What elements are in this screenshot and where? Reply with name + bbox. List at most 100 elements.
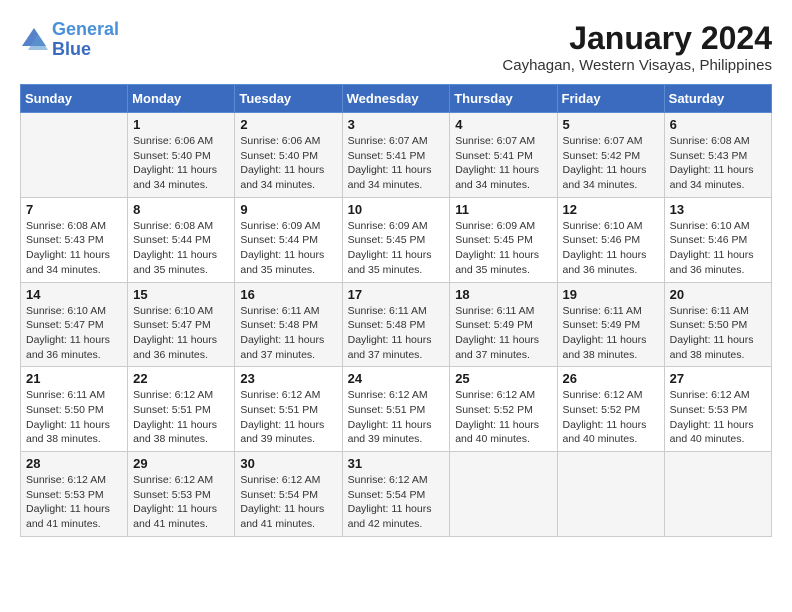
- calendar-cell: 21 Sunrise: 6:11 AMSunset: 5:50 PMDayligh…: [21, 367, 128, 452]
- col-header-saturday: Saturday: [664, 85, 771, 113]
- calendar-cell: 10Sunrise: 6:09 AMSunset: 5:45 PMDayligh…: [342, 197, 450, 282]
- calendar-cell: [664, 452, 771, 537]
- day-info: Sunrise: 6:11 AMSunset: 5:49 PMDaylight:…: [455, 304, 551, 363]
- day-info: Sunrise: 6:06 AMSunset: 5:40 PMDaylight:…: [240, 134, 336, 193]
- day-info: Sunrise: 6:10 AMSunset: 5:46 PMDaylight:…: [670, 219, 766, 278]
- calendar-cell: 23 Sunrise: 6:12 AMSunset: 5:51 PMDayligh…: [235, 367, 342, 452]
- calendar-week-row: 7 Sunrise: 6:08 AMSunset: 5:43 PMDaylight…: [21, 197, 772, 282]
- day-number: 18: [455, 287, 551, 302]
- day-number: 23: [240, 371, 336, 386]
- calendar-cell: 17 Sunrise: 6:11 AMSunset: 5:48 PMDayligh…: [342, 282, 450, 367]
- day-info: Sunrise: 6:12 AMSunset: 5:52 PMDaylight:…: [455, 388, 551, 447]
- day-number: 6: [670, 117, 766, 132]
- day-number: 24: [348, 371, 445, 386]
- day-number: 3: [348, 117, 445, 132]
- calendar-cell: 1 Sunrise: 6:06 AMSunset: 5:40 PMDaylight…: [128, 113, 235, 198]
- logo: General Blue: [20, 20, 119, 60]
- day-number: 11: [455, 202, 551, 217]
- day-number: 17: [348, 287, 445, 302]
- calendar-header-row: SundayMondayTuesdayWednesdayThursdayFrid…: [21, 85, 772, 113]
- day-number: 4: [455, 117, 551, 132]
- day-info: Sunrise: 6:11 AMSunset: 5:50 PMDaylight:…: [26, 388, 122, 447]
- day-number: 20: [670, 287, 766, 302]
- calendar-week-row: 28 Sunrise: 6:12 AMSunset: 5:53 PMDayligh…: [21, 452, 772, 537]
- calendar-cell: 3 Sunrise: 6:07 AMSunset: 5:41 PMDaylight…: [342, 113, 450, 198]
- day-number: 12: [563, 202, 659, 217]
- page-header: General Blue January 2024 Cayhagan, West…: [20, 20, 772, 74]
- day-info: Sunrise: 6:07 AMSunset: 5:42 PMDaylight:…: [563, 134, 659, 193]
- calendar-cell: [450, 452, 557, 537]
- calendar-cell: 24Sunrise: 6:12 AMSunset: 5:51 PMDayligh…: [342, 367, 450, 452]
- calendar-cell: 9Sunrise: 6:09 AMSunset: 5:44 PMDaylight…: [235, 197, 342, 282]
- calendar-cell: 6 Sunrise: 6:08 AMSunset: 5:43 PMDaylight…: [664, 113, 771, 198]
- calendar-table: SundayMondayTuesdayWednesdayThursdayFrid…: [20, 84, 772, 537]
- calendar-cell: [21, 113, 128, 198]
- day-number: 31: [348, 456, 445, 471]
- day-info: Sunrise: 6:10 AMSunset: 5:46 PMDaylight:…: [563, 219, 659, 278]
- day-info: Sunrise: 6:12 AMSunset: 5:51 PMDaylight:…: [240, 388, 336, 447]
- calendar-week-row: 14 Sunrise: 6:10 AMSunset: 5:47 PMDayligh…: [21, 282, 772, 367]
- calendar-cell: 25 Sunrise: 6:12 AMSunset: 5:52 PMDayligh…: [450, 367, 557, 452]
- day-number: 26: [563, 371, 659, 386]
- day-number: 10: [348, 202, 445, 217]
- col-header-friday: Friday: [557, 85, 664, 113]
- day-number: 29: [133, 456, 229, 471]
- calendar-cell: 22 Sunrise: 6:12 AMSunset: 5:51 PMDayligh…: [128, 367, 235, 452]
- day-info: Sunrise: 6:12 AMSunset: 5:54 PMDaylight:…: [240, 473, 336, 532]
- day-number: 15: [133, 287, 229, 302]
- calendar-cell: 11 Sunrise: 6:09 AMSunset: 5:45 PMDayligh…: [450, 197, 557, 282]
- calendar-cell: 20 Sunrise: 6:11 AMSunset: 5:50 PMDayligh…: [664, 282, 771, 367]
- col-header-tuesday: Tuesday: [235, 85, 342, 113]
- calendar-cell: 15 Sunrise: 6:10 AMSunset: 5:47 PMDayligh…: [128, 282, 235, 367]
- calendar-cell: 31 Sunrise: 6:12 AMSunset: 5:54 PMDayligh…: [342, 452, 450, 537]
- day-info: Sunrise: 6:11 AMSunset: 5:49 PMDaylight:…: [563, 304, 659, 363]
- calendar-cell: 28Sunrise: 6:12 AMSunset: 5:53 PMDayligh…: [21, 452, 128, 537]
- logo-icon: [20, 26, 48, 54]
- day-info: Sunrise: 6:12 AMSunset: 5:51 PMDaylight:…: [133, 388, 229, 447]
- calendar-cell: 18 Sunrise: 6:11 AMSunset: 5:49 PMDayligh…: [450, 282, 557, 367]
- col-header-thursday: Thursday: [450, 85, 557, 113]
- day-info: Sunrise: 6:08 AMSunset: 5:43 PMDaylight:…: [26, 219, 122, 278]
- calendar-cell: 27 Sunrise: 6:12 AMSunset: 5:53 PMDayligh…: [664, 367, 771, 452]
- day-info: Sunrise: 6:09 AMSunset: 5:44 PMDaylight:…: [240, 219, 336, 278]
- day-info: Sunrise: 6:10 AMSunset: 5:47 PMDaylight:…: [133, 304, 229, 363]
- calendar-cell: 16Sunrise: 6:11 AMSunset: 5:48 PMDayligh…: [235, 282, 342, 367]
- calendar-cell: 8Sunrise: 6:08 AMSunset: 5:44 PMDaylight…: [128, 197, 235, 282]
- day-info: Sunrise: 6:12 AMSunset: 5:54 PMDaylight:…: [348, 473, 445, 532]
- day-number: 22: [133, 371, 229, 386]
- day-info: Sunrise: 6:11 AMSunset: 5:48 PMDaylight:…: [348, 304, 445, 363]
- day-number: 1: [133, 117, 229, 132]
- day-number: 2: [240, 117, 336, 132]
- calendar-week-row: 1 Sunrise: 6:06 AMSunset: 5:40 PMDaylight…: [21, 113, 772, 198]
- day-number: 19: [563, 287, 659, 302]
- day-info: Sunrise: 6:08 AMSunset: 5:43 PMDaylight:…: [670, 134, 766, 193]
- day-number: 14: [26, 287, 122, 302]
- day-number: 7: [26, 202, 122, 217]
- day-info: Sunrise: 6:12 AMSunset: 5:53 PMDaylight:…: [670, 388, 766, 447]
- day-info: Sunrise: 6:10 AMSunset: 5:47 PMDaylight:…: [26, 304, 122, 363]
- day-info: Sunrise: 6:09 AMSunset: 5:45 PMDaylight:…: [455, 219, 551, 278]
- day-info: Sunrise: 6:07 AMSunset: 5:41 PMDaylight:…: [455, 134, 551, 193]
- calendar-cell: 26Sunrise: 6:12 AMSunset: 5:52 PMDayligh…: [557, 367, 664, 452]
- day-info: Sunrise: 6:11 AMSunset: 5:48 PMDaylight:…: [240, 304, 336, 363]
- calendar-cell: 12 Sunrise: 6:10 AMSunset: 5:46 PMDayligh…: [557, 197, 664, 282]
- col-header-wednesday: Wednesday: [342, 85, 450, 113]
- col-header-sunday: Sunday: [21, 85, 128, 113]
- calendar-cell: 30Sunrise: 6:12 AMSunset: 5:54 PMDayligh…: [235, 452, 342, 537]
- col-header-monday: Monday: [128, 85, 235, 113]
- day-number: 27: [670, 371, 766, 386]
- day-info: Sunrise: 6:12 AMSunset: 5:53 PMDaylight:…: [133, 473, 229, 532]
- month-title: January 2024: [502, 20, 772, 57]
- day-info: Sunrise: 6:07 AMSunset: 5:41 PMDaylight:…: [348, 134, 445, 193]
- day-number: 28: [26, 456, 122, 471]
- day-info: Sunrise: 6:11 AMSunset: 5:50 PMDaylight:…: [670, 304, 766, 363]
- day-number: 25: [455, 371, 551, 386]
- day-number: 21: [26, 371, 122, 386]
- calendar-cell: 7 Sunrise: 6:08 AMSunset: 5:43 PMDaylight…: [21, 197, 128, 282]
- calendar-cell: 13Sunrise: 6:10 AMSunset: 5:46 PMDayligh…: [664, 197, 771, 282]
- title-block: January 2024 Cayhagan, Western Visayas, …: [502, 20, 772, 74]
- calendar-cell: 5Sunrise: 6:07 AMSunset: 5:42 PMDaylight…: [557, 113, 664, 198]
- calendar-cell: 29 Sunrise: 6:12 AMSunset: 5:53 PMDayligh…: [128, 452, 235, 537]
- day-info: Sunrise: 6:06 AMSunset: 5:40 PMDaylight:…: [133, 134, 229, 193]
- logo-text: General Blue: [52, 20, 119, 60]
